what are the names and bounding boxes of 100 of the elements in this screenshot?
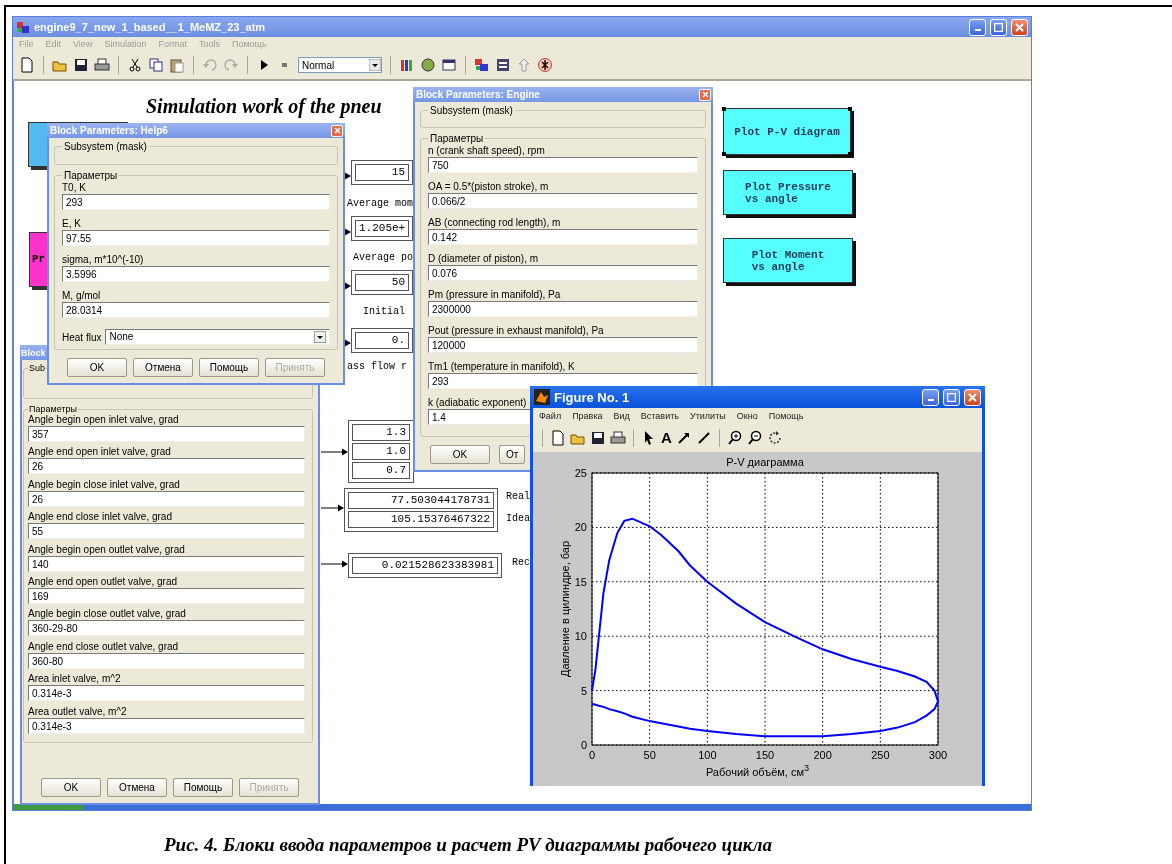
tick-label: 25 — [574, 467, 587, 479]
field-label: sigma, m*10^(-10) — [62, 253, 144, 266]
dialog-button[interactable]: OK — [41, 778, 101, 797]
dialog-button[interactable]: OK — [67, 358, 127, 377]
minimize-button[interactable] — [969, 18, 986, 36]
dialog-button[interactable]: Помощь — [199, 358, 259, 377]
save-icon[interactable] — [590, 430, 606, 446]
dialog-button[interactable]: Отмена — [107, 778, 167, 797]
panel-icon[interactable] — [495, 57, 511, 73]
signal-arrow — [321, 448, 348, 456]
field-label: Angle end close outlet valve, grad — [28, 640, 179, 653]
close-button[interactable] — [699, 88, 711, 101]
dialog-button[interactable]: Отмена — [133, 358, 193, 377]
close-button[interactable] — [331, 124, 343, 137]
dialog-button[interactable]: От — [499, 445, 526, 464]
text-field[interactable]: 2300000 — [428, 301, 698, 317]
menu-item[interactable]: Вставить — [640, 411, 679, 421]
print-icon[interactable] — [94, 57, 110, 73]
text-field[interactable]: 750 — [428, 157, 698, 173]
plot-button[interactable]: Plot Moment vs angle — [723, 238, 853, 283]
rotate-icon[interactable] — [766, 430, 783, 446]
text-field[interactable]: 357 — [28, 426, 305, 442]
text-field[interactable]: 360-80 — [28, 652, 305, 669]
text-field[interactable]: 140 — [28, 555, 305, 572]
text-field[interactable]: 293 — [62, 194, 330, 210]
text-field[interactable]: 0.066/2 — [428, 193, 698, 209]
text-field[interactable]: 0.076 — [428, 265, 698, 281]
field-label: Tm1 (temperature in manifold), K — [428, 360, 575, 373]
field-label: Angle end open inlet valve, grad — [28, 446, 171, 459]
dropdown-field[interactable]: None — [105, 329, 330, 345]
minimize-button[interactable] — [922, 388, 939, 406]
menu-item[interactable]: Помощь — [768, 411, 804, 421]
field-label: Angle begin open outlet valve, grad — [28, 543, 185, 556]
text-field[interactable]: 97.55 — [62, 230, 330, 246]
new-file-icon[interactable] — [550, 430, 566, 446]
display-value: 77.503044178731 — [348, 492, 494, 509]
window-icon[interactable] — [441, 57, 457, 73]
display-value: 15 — [355, 164, 409, 181]
books-icon[interactable] — [399, 57, 415, 73]
text-field[interactable]: 360-29-80 — [28, 620, 305, 637]
field-label: Pm (pressure in manifold), Pa — [428, 288, 561, 301]
zoom-out-icon[interactable] — [746, 430, 763, 446]
paste-icon[interactable] — [169, 57, 185, 73]
maximize-icon — [994, 22, 1003, 32]
bug-icon[interactable] — [537, 57, 553, 73]
text-field[interactable]: 55 — [28, 523, 305, 540]
text-field[interactable]: 293 — [428, 373, 698, 389]
display-value: 1.3 — [352, 424, 410, 441]
display-value: 1.0 — [352, 443, 410, 460]
field-label: AB (connecting rod length), m — [428, 216, 561, 229]
new-file-icon[interactable] — [19, 57, 35, 73]
text-field[interactable]: 0.314e-3 — [28, 685, 305, 702]
dialog-button[interactable]: OK — [430, 445, 490, 464]
copy-icon[interactable] — [148, 57, 164, 73]
display-label: Initial — [363, 306, 405, 317]
blocks-icon[interactable] — [474, 57, 490, 73]
plot-button[interactable]: Plot Pressure vs angle — [723, 170, 853, 215]
menu-item[interactable]: Правка — [572, 411, 603, 421]
text-field[interactable]: 26 — [28, 490, 305, 507]
menu-item[interactable]: Утилиты — [690, 411, 726, 421]
cut-icon[interactable] — [127, 57, 143, 73]
print-icon[interactable] — [610, 430, 626, 446]
zoom-in-icon[interactable] — [726, 430, 743, 446]
mode-dropdown[interactable]: Normal — [298, 57, 382, 73]
dialog-title: Block Parameters: Help6 — [50, 125, 169, 136]
text-field[interactable]: 0.142 — [428, 229, 698, 245]
display-label: ass flow r — [347, 361, 407, 372]
tick-label: 15 — [574, 575, 587, 588]
text-field[interactable]: 26 — [28, 458, 305, 475]
maximize-button[interactable] — [990, 18, 1007, 36]
menu-item[interactable]: Файл — [539, 411, 562, 421]
close-button[interactable] — [964, 388, 981, 406]
display-value: 50 — [355, 274, 409, 291]
display-label: Average po — [353, 252, 413, 263]
tick-label: 200 — [813, 749, 832, 761]
close-icon — [968, 392, 977, 402]
maximize-button[interactable] — [943, 388, 960, 406]
signal-arrow — [321, 504, 344, 512]
text-field[interactable]: 3.5996 — [62, 266, 330, 282]
sphere-icon[interactable] — [420, 57, 436, 73]
menu-item[interactable]: Окно — [736, 411, 758, 421]
close-icon — [701, 91, 709, 98]
tick-label: 100 — [698, 749, 717, 761]
text-field[interactable]: 28.0314 — [62, 302, 330, 318]
save-icon[interactable] — [73, 57, 89, 73]
text-field[interactable]: 169 — [28, 587, 305, 604]
tick-label: 20 — [574, 521, 587, 534]
group-label: Параметры — [429, 133, 485, 144]
close-button[interactable] — [1011, 18, 1028, 36]
menu-item[interactable]: Вид — [613, 411, 630, 421]
tick-label: 10 — [574, 630, 587, 643]
display-label: Rec — [512, 557, 530, 568]
text-field[interactable]: 120000 — [428, 337, 698, 353]
plot-button[interactable]: Plot P-V diagram — [723, 108, 851, 155]
group-label: Параметры — [63, 170, 119, 181]
group-label: Sub — [28, 363, 46, 373]
dialog-button[interactable]: Помощь — [173, 778, 233, 797]
field-label: Angle end open outlet valve, grad — [28, 575, 177, 588]
text-field[interactable]: 0.314e-3 — [28, 717, 305, 734]
text-tool[interactable]: A — [661, 430, 672, 446]
